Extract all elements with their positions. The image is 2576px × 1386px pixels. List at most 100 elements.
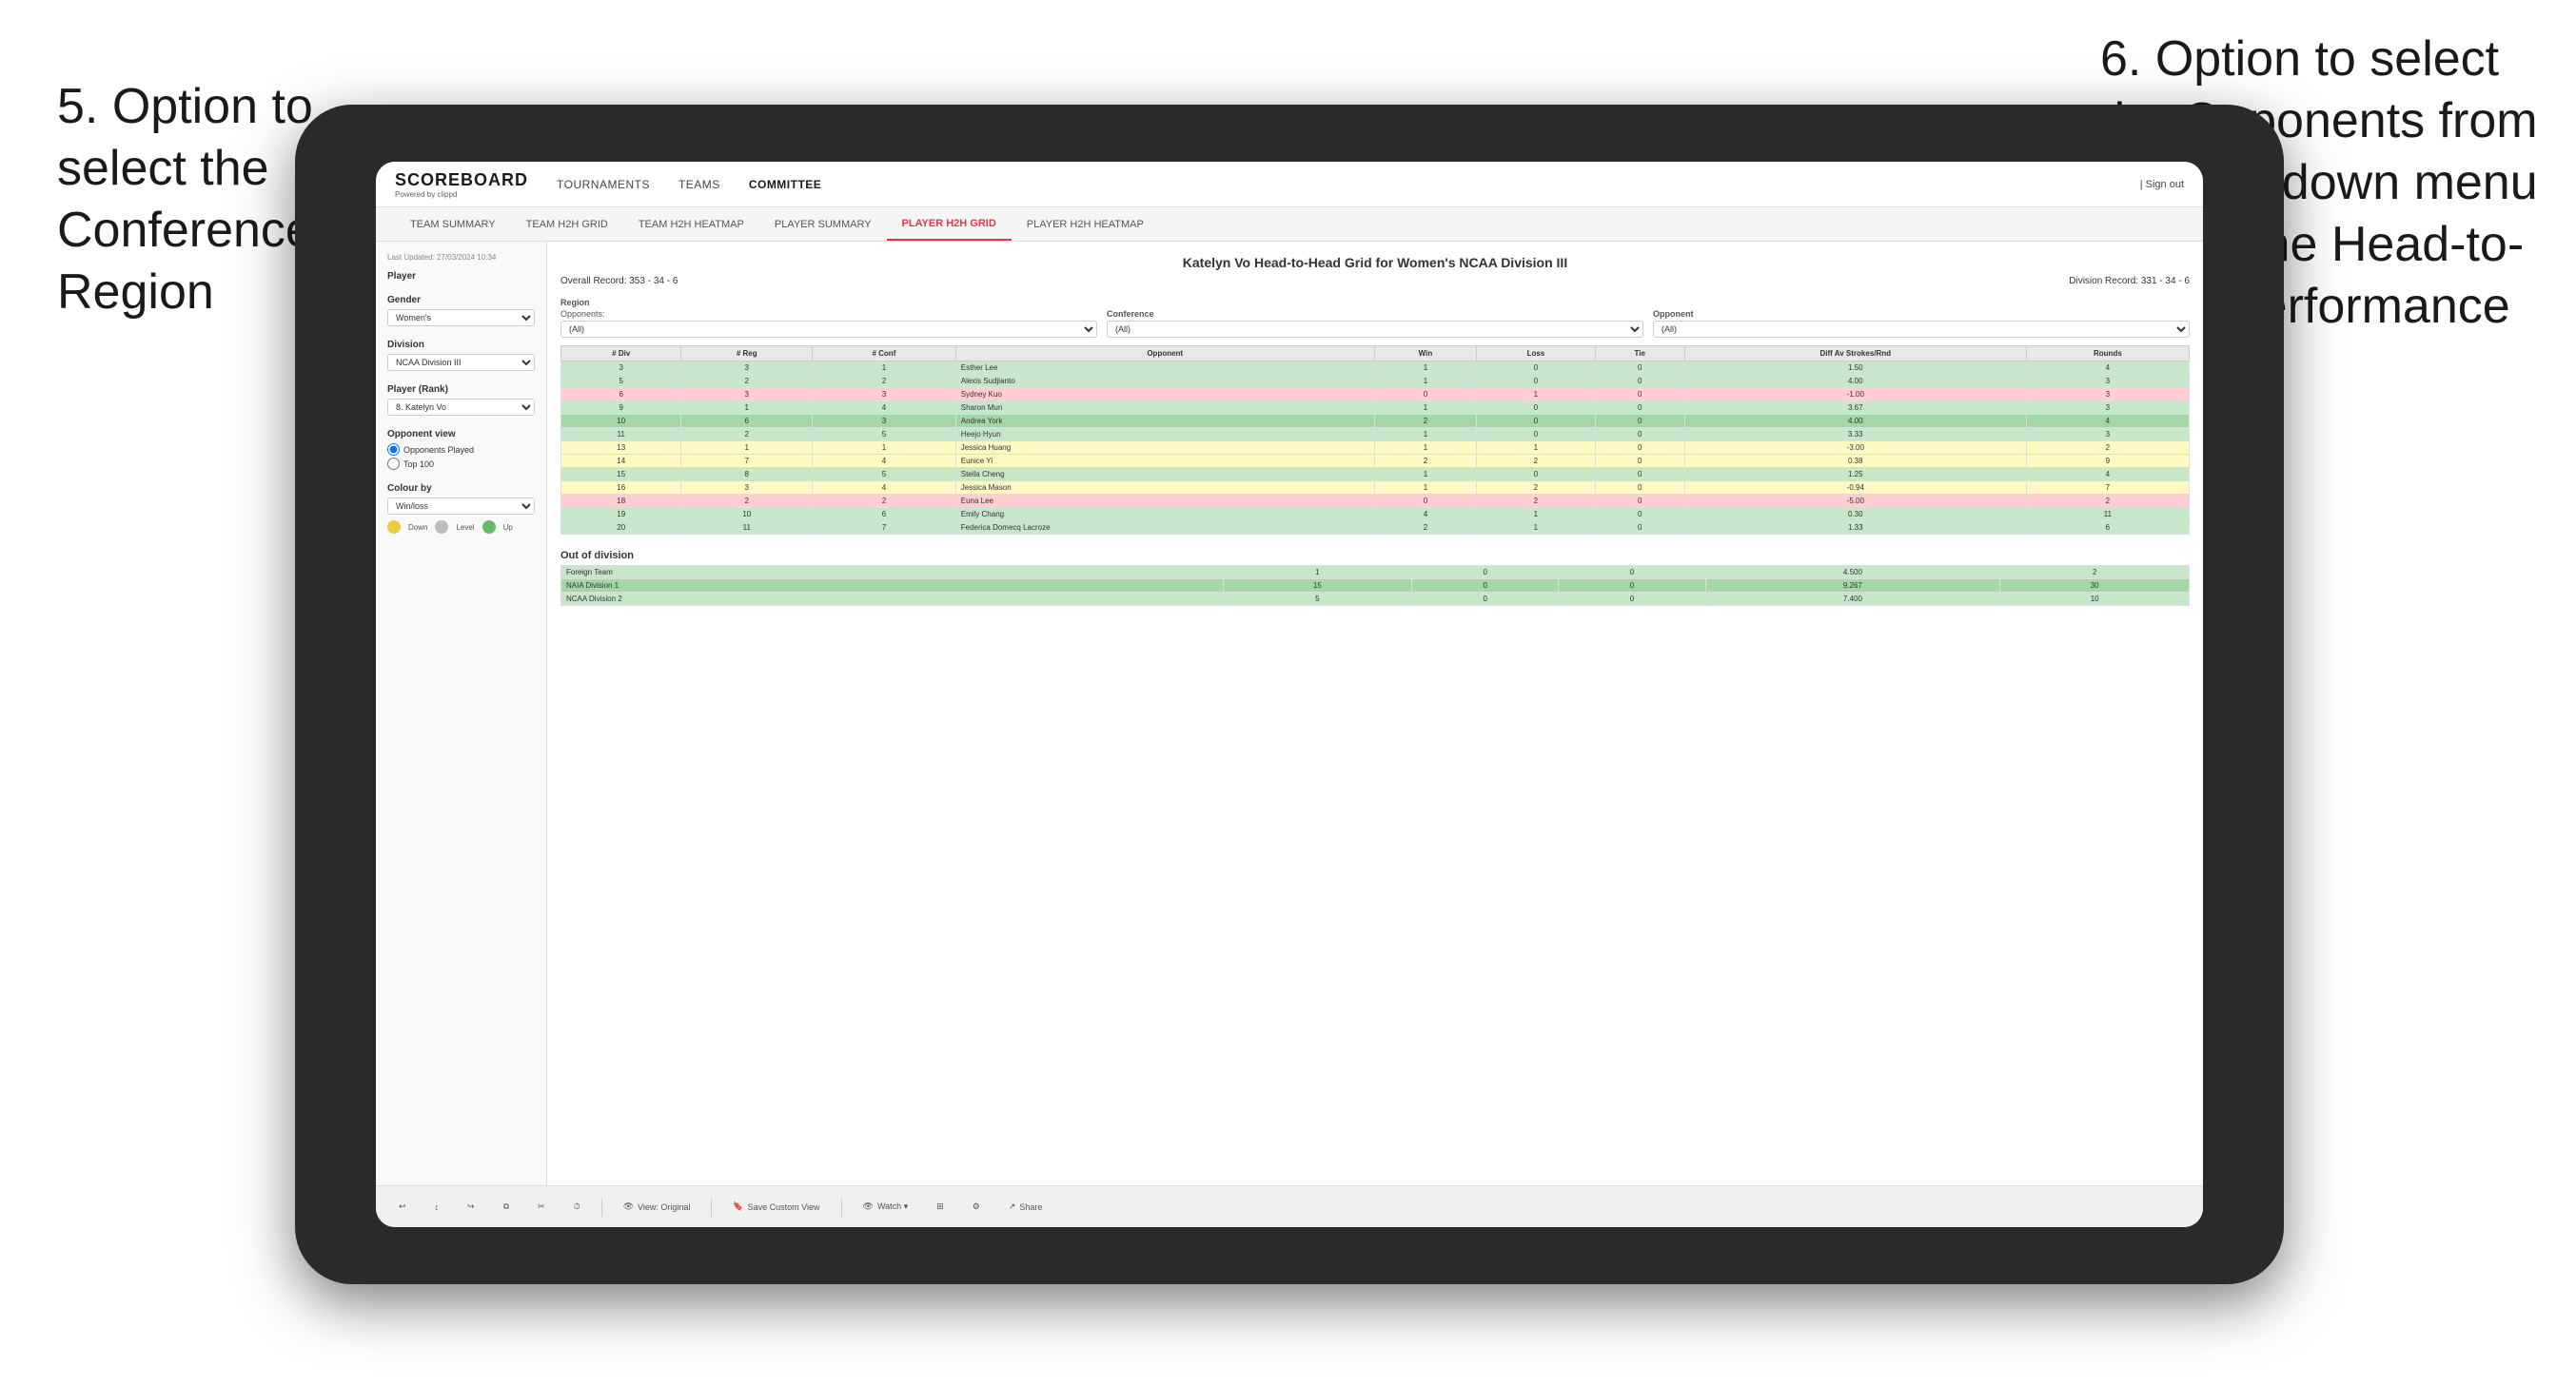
save-custom-label: Save Custom View (748, 1202, 820, 1212)
undo-button[interactable]: ↩ (391, 1198, 414, 1216)
color-dot-down (387, 520, 401, 534)
tab-team-summary[interactable]: TEAM SUMMARY (395, 207, 511, 241)
color-label-level: Level (456, 523, 474, 532)
col-opponent: Opponent (955, 346, 1374, 361)
table-row: 6 3 3 Sydney Kuo 0 1 0 -1.00 3 (561, 388, 2190, 401)
col-win: Win (1374, 346, 1476, 361)
col-loss: Loss (1477, 346, 1596, 361)
out-table-row: NCAA Division 2 5 0 0 7.400 10 (561, 593, 2190, 606)
tablet-device: SCOREBOARD Powered by clippd TOURNAMENTS… (295, 105, 2284, 1284)
share-label: Share (1019, 1202, 1042, 1212)
gender-label: Gender (387, 295, 535, 305)
col-tie: Tie (1595, 346, 1684, 361)
view-original-label: View: Original (638, 1202, 690, 1212)
colour-by-select[interactable]: Win/loss (387, 498, 535, 515)
main-data-table: # Div # Reg # Conf Opponent Win Loss Tie… (560, 345, 2190, 535)
opponent-filter: Opponent (All) (1653, 309, 2190, 338)
tab-team-h2h-heatmap[interactable]: TEAM H2H HEATMAP (623, 207, 759, 241)
copy-button[interactable]: ⧉ (496, 1198, 517, 1216)
gender-section: Gender Women's (387, 295, 535, 326)
opponent-view-section: Opponent view Opponents Played Top 100 (387, 429, 535, 470)
table-row: 16 3 4 Jessica Mason 1 2 0 -0.94 7 (561, 481, 2190, 495)
table-row: 13 1 1 Jessica Huang 1 1 0 -3.00 2 (561, 441, 2190, 455)
col-conf: # Conf (813, 346, 956, 361)
opponent-select[interactable]: (All) (1653, 321, 2190, 338)
gender-select[interactable]: Women's (387, 309, 535, 326)
table-row: 20 11 7 Federica Domecq Lacroze 2 1 0 1.… (561, 521, 2190, 535)
division-section: Division NCAA Division III (387, 340, 535, 371)
top-navigation: SCOREBOARD Powered by clippd TOURNAMENTS… (376, 162, 2203, 207)
records-row: Overall Record: 353 - 34 - 6 Division Re… (560, 276, 2190, 286)
bookmark-icon: 🔖 (733, 1201, 743, 1212)
color-label-down: Down (408, 523, 427, 532)
conference-select[interactable]: (All) (1107, 321, 1643, 338)
overall-record: Overall Record: 353 - 34 - 6 (560, 276, 678, 286)
nav-tournaments[interactable]: TOURNAMENTS (557, 174, 650, 195)
redo-small[interactable]: ↕ (427, 1199, 447, 1216)
colour-by-label: Colour by (387, 483, 535, 494)
col-rounds: Rounds (2026, 346, 2189, 361)
tab-team-h2h-grid[interactable]: TEAM H2H GRID (511, 207, 623, 241)
opponents-label: Opponents: (560, 309, 1097, 319)
share-button[interactable]: ↗ Share (1001, 1198, 1051, 1216)
redo-button[interactable]: ↪ (460, 1198, 482, 1216)
tab-player-h2h-grid[interactable]: PLAYER H2H GRID (887, 207, 1012, 241)
player-rank-select[interactable]: 8. Katelyn Vo (387, 399, 535, 416)
watch-label: Watch ▾ (877, 1201, 908, 1212)
sign-out[interactable]: | Sign out (2140, 179, 2184, 190)
region-label: Region (560, 298, 1097, 307)
opponent-view-label: Opponent view (387, 429, 535, 439)
watch-button[interactable]: 👁 Watch ▾ (855, 1198, 916, 1216)
division-label: Division (387, 340, 535, 350)
colour-by-section: Colour by Win/loss Down Level Up (387, 483, 535, 534)
nav-committee[interactable]: COMMITTEE (749, 174, 822, 195)
player-label: Player (387, 271, 535, 282)
separator-1 (601, 1198, 602, 1217)
right-content: Katelyn Vo Head-to-Head Grid for Women's… (547, 242, 2203, 1185)
view-original-button[interactable]: 👁 View: Original (616, 1198, 698, 1216)
out-table-row: Foreign Team 1 0 0 4.500 2 (561, 566, 2190, 579)
main-content: Last Updated: 27/03/2024 10:34 Player Ge… (376, 242, 2203, 1185)
col-reg: # Reg (681, 346, 813, 361)
tab-player-h2h-heatmap[interactable]: PLAYER H2H HEATMAP (1012, 207, 1159, 241)
left-panel: Last Updated: 27/03/2024 10:34 Player Ge… (376, 242, 547, 1185)
tab-player-summary[interactable]: PLAYER SUMMARY (759, 207, 887, 241)
radio-opponents-played[interactable]: Opponents Played (387, 443, 535, 456)
nav-teams[interactable]: TEAMS (678, 174, 720, 195)
sub-navigation: TEAM SUMMARY TEAM H2H GRID TEAM H2H HEAT… (376, 207, 2203, 242)
separator-2 (711, 1198, 712, 1217)
share-icon: ↗ (1009, 1201, 1016, 1212)
layout-button[interactable]: ⊞ (929, 1198, 952, 1216)
color-dot-level (435, 520, 448, 534)
out-of-division-table: Foreign Team 1 0 0 4.500 2 NAIA Division… (560, 565, 2190, 606)
watch-icon: 👁 (863, 1201, 874, 1212)
col-diff: Diff Av Strokes/Rnd (1684, 346, 2026, 361)
radio-top-100[interactable]: Top 100 (387, 458, 535, 470)
color-dot-up (482, 520, 496, 534)
cut-button[interactable]: ✂ (530, 1198, 553, 1216)
eye-icon: 👁 (623, 1201, 634, 1212)
save-custom-button[interactable]: 🔖 Save Custom View (725, 1198, 827, 1216)
table-row: 9 1 4 Sharon Mun 1 0 0 3.67 3 (561, 401, 2190, 415)
clock-button[interactable]: ⏱ (566, 1198, 588, 1216)
separator-3 (841, 1198, 842, 1217)
division-select[interactable]: NCAA Division III (387, 354, 535, 371)
player-rank-label: Player (Rank) (387, 384, 535, 395)
settings-button[interactable]: ⚙ (965, 1198, 988, 1216)
table-row: 5 2 2 Alexis Sudjianto 1 0 0 4.00 3 (561, 375, 2190, 388)
logo-text: SCOREBOARD (395, 170, 528, 190)
player-section: Player (387, 271, 535, 282)
table-row: 10 6 3 Andrea York 2 0 0 4.00 4 (561, 415, 2190, 428)
region-filter: Region Opponents: (All) (560, 298, 1097, 338)
last-updated: Last Updated: 27/03/2024 10:34 (387, 253, 535, 262)
region-select[interactable]: (All) (560, 321, 1097, 338)
table-row: 11 2 5 Heejo Hyun 1 0 0 3.33 3 (561, 428, 2190, 441)
logo-area: SCOREBOARD Powered by clippd (395, 170, 528, 199)
player-rank-section: Player (Rank) 8. Katelyn Vo (387, 384, 535, 416)
filter-row: Region Opponents: (All) Conference (All) (560, 298, 2190, 338)
table-row: 14 7 4 Eunice Yi 2 2 0 0.38 9 (561, 455, 2190, 468)
page-title: Katelyn Vo Head-to-Head Grid for Women's… (560, 255, 2190, 270)
out-of-division-header: Out of division (560, 550, 2190, 561)
division-record: Division Record: 331 - 34 - 6 (2069, 276, 2190, 286)
out-table-row: NAIA Division 1 15 0 0 9.267 30 (561, 579, 2190, 593)
